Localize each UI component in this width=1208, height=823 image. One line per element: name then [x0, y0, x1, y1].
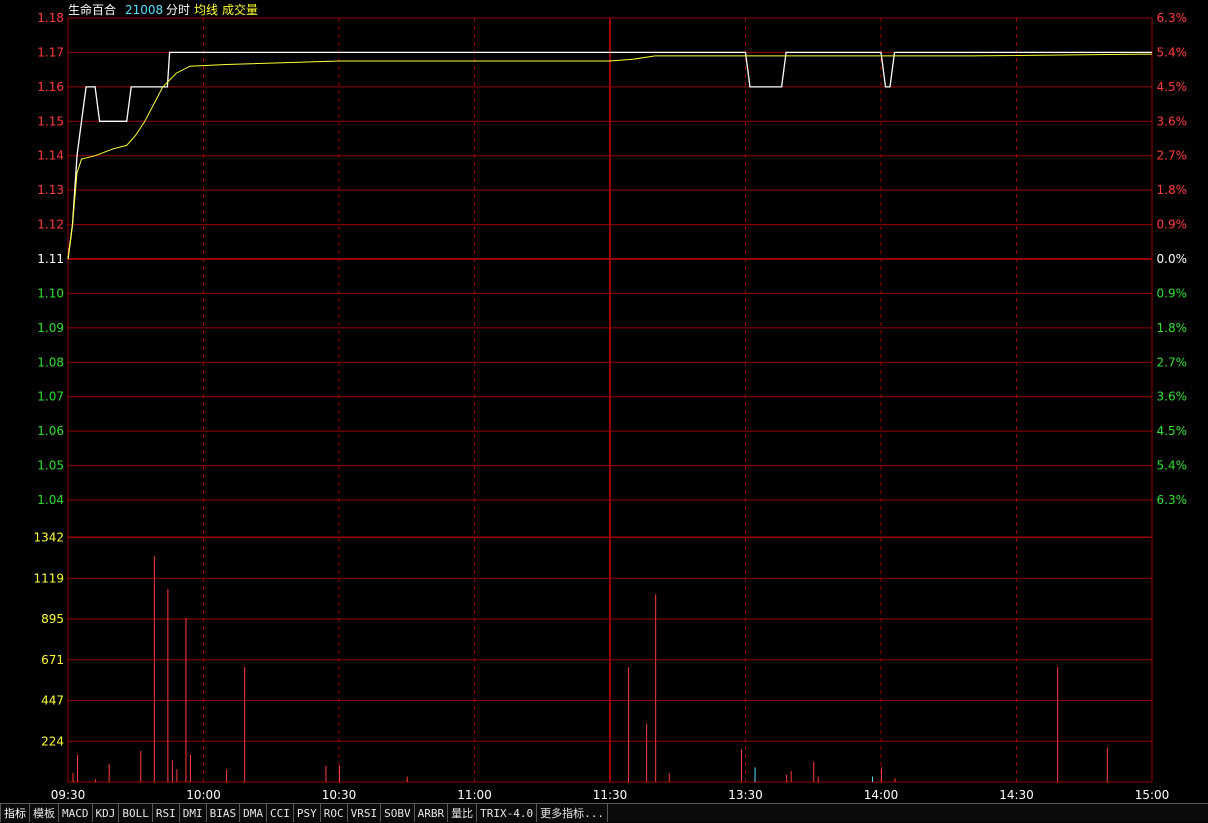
tab-bar-filler [607, 803, 1208, 822]
header-item-fenshi[interactable]: 分时 [166, 3, 190, 17]
percent-tick-label: 6.3% [1157, 11, 1188, 25]
intraday-chart[interactable]: 1.18 1.17 1.16 1.15 1.14 1.13 1.12 1.11 1.10 1.09… [0, 0, 1208, 803]
time-tick-label: 11:30 [593, 788, 628, 802]
header-item-junxian[interactable]: 均线 [194, 3, 218, 17]
price-tick-label: 1.11 [37, 252, 64, 266]
indicator-tab[interactable]: MACD [59, 803, 93, 822]
indicator-tab[interactable]: CCI [267, 803, 294, 822]
price-tick-label: 1.15 [37, 114, 64, 128]
volume-tick-label: 1342 [33, 531, 64, 545]
price-tick-label: 1.10 [37, 286, 64, 300]
time-tick-label: 14:00 [864, 788, 899, 802]
price-tick-label: 1.05 [37, 459, 64, 473]
indicator-tab[interactable]: SOBV [381, 803, 415, 822]
time-tick-label: 15:00 [1135, 788, 1170, 802]
percent-tick-label: 4.5% [1157, 80, 1188, 94]
time-tick-label: 09:30 [51, 788, 86, 802]
stock-name: 生命百合 [68, 2, 116, 17]
percent-tick-label: 0.9% [1157, 218, 1188, 232]
time-tick-label: 14:30 [999, 788, 1034, 802]
volume-tick-label: 895 [41, 612, 64, 626]
indicator-tab[interactable]: DMA [240, 803, 267, 822]
price-tick-label: 1.09 [37, 321, 64, 335]
indicator-tab[interactable]: PSY [293, 803, 321, 822]
indicator-tab[interactable]: ARBR [414, 803, 449, 822]
indicator-tab[interactable]: RSI [152, 803, 180, 822]
volume-tick-label: 671 [41, 653, 64, 667]
percent-tick-label: 5.4% [1157, 45, 1188, 59]
indicator-tab[interactable]: TRIX-4.0 [477, 803, 538, 822]
percent-tick-label: 6.3% [1157, 493, 1188, 507]
indicator-tab[interactable]: 指标 [0, 803, 30, 822]
header-item-volume[interactable]: 成交量 [222, 2, 258, 17]
time-tick-label: 11:00 [457, 788, 492, 802]
price-tick-label: 1.07 [37, 390, 64, 404]
indicator-tab[interactable]: 模板 [30, 803, 59, 822]
time-axis: 09:30 10:00 10:30 11:00 11:30 13:30 14:00 14:30… [51, 788, 1170, 802]
percent-tick-label: 3.6% [1157, 390, 1188, 404]
price-tick-label: 1.08 [37, 355, 64, 369]
volume-tick-label: 224 [41, 734, 64, 748]
volume-tick-label: 447 [41, 694, 64, 708]
indicator-tab[interactable]: BOLL [119, 803, 153, 822]
volume-tick-label: 1119 [33, 571, 64, 585]
indicator-tab[interactable]: 更多指标... [537, 803, 608, 822]
percent-tick-label: 4.5% [1157, 424, 1188, 438]
percent-tick-label: 1.8% [1157, 321, 1188, 335]
price-tick-label: 1.16 [37, 80, 64, 94]
chart-header: 生命百合 21008 分时 均线 成交量 [68, 2, 258, 17]
percent-tick-label: 1.8% [1157, 183, 1188, 197]
price-tick-label: 1.04 [37, 493, 64, 507]
time-tick-label: 10:30 [322, 788, 357, 802]
percent-tick-label: 3.6% [1157, 114, 1188, 128]
percent-tick-label: 2.7% [1157, 355, 1188, 369]
price-tick-label: 1.17 [37, 45, 64, 59]
price-tick-label: 1.18 [37, 11, 64, 25]
indicator-tab-bar: 指标 模板 MACD KDJ BOLL RSI DMI BIAS DMA CCI PSY ROC VRS… [0, 803, 1208, 822]
price-tick-label: 1.14 [37, 149, 64, 163]
time-tick-label: 13:30 [728, 788, 763, 802]
price-tick-label: 1.12 [37, 218, 64, 232]
price-tick-label: 1.13 [37, 183, 64, 197]
percent-tick-label: 5.4% [1157, 459, 1188, 473]
indicator-tab[interactable]: DMI [179, 803, 207, 822]
indicator-tab[interactable]: ROC [320, 803, 348, 822]
indicator-tab[interactable]: KDJ [92, 803, 120, 822]
time-tick-label: 10:00 [186, 788, 221, 802]
indicator-tab[interactable]: BIAS [206, 803, 241, 822]
indicator-tab[interactable]: VRSI [347, 803, 382, 822]
chart-background [0, 0, 1208, 803]
price-axis: 1.18 1.17 1.16 1.15 1.14 1.13 1.12 1.11 1.10 1.09… [37, 11, 64, 507]
percent-tick-label: 0.9% [1157, 286, 1188, 300]
percent-axis: 6.3% 5.4% 4.5% 3.6% 2.7% 1.8% 0.9% 0.0% 0.9% 1.8%… [1157, 11, 1188, 507]
indicator-tab[interactable]: 量比 [448, 803, 478, 822]
price-tick-label: 1.06 [37, 424, 64, 438]
percent-tick-label: 0.0% [1157, 252, 1188, 266]
stock-code: 21008 [125, 3, 163, 17]
percent-tick-label: 2.7% [1157, 149, 1188, 163]
